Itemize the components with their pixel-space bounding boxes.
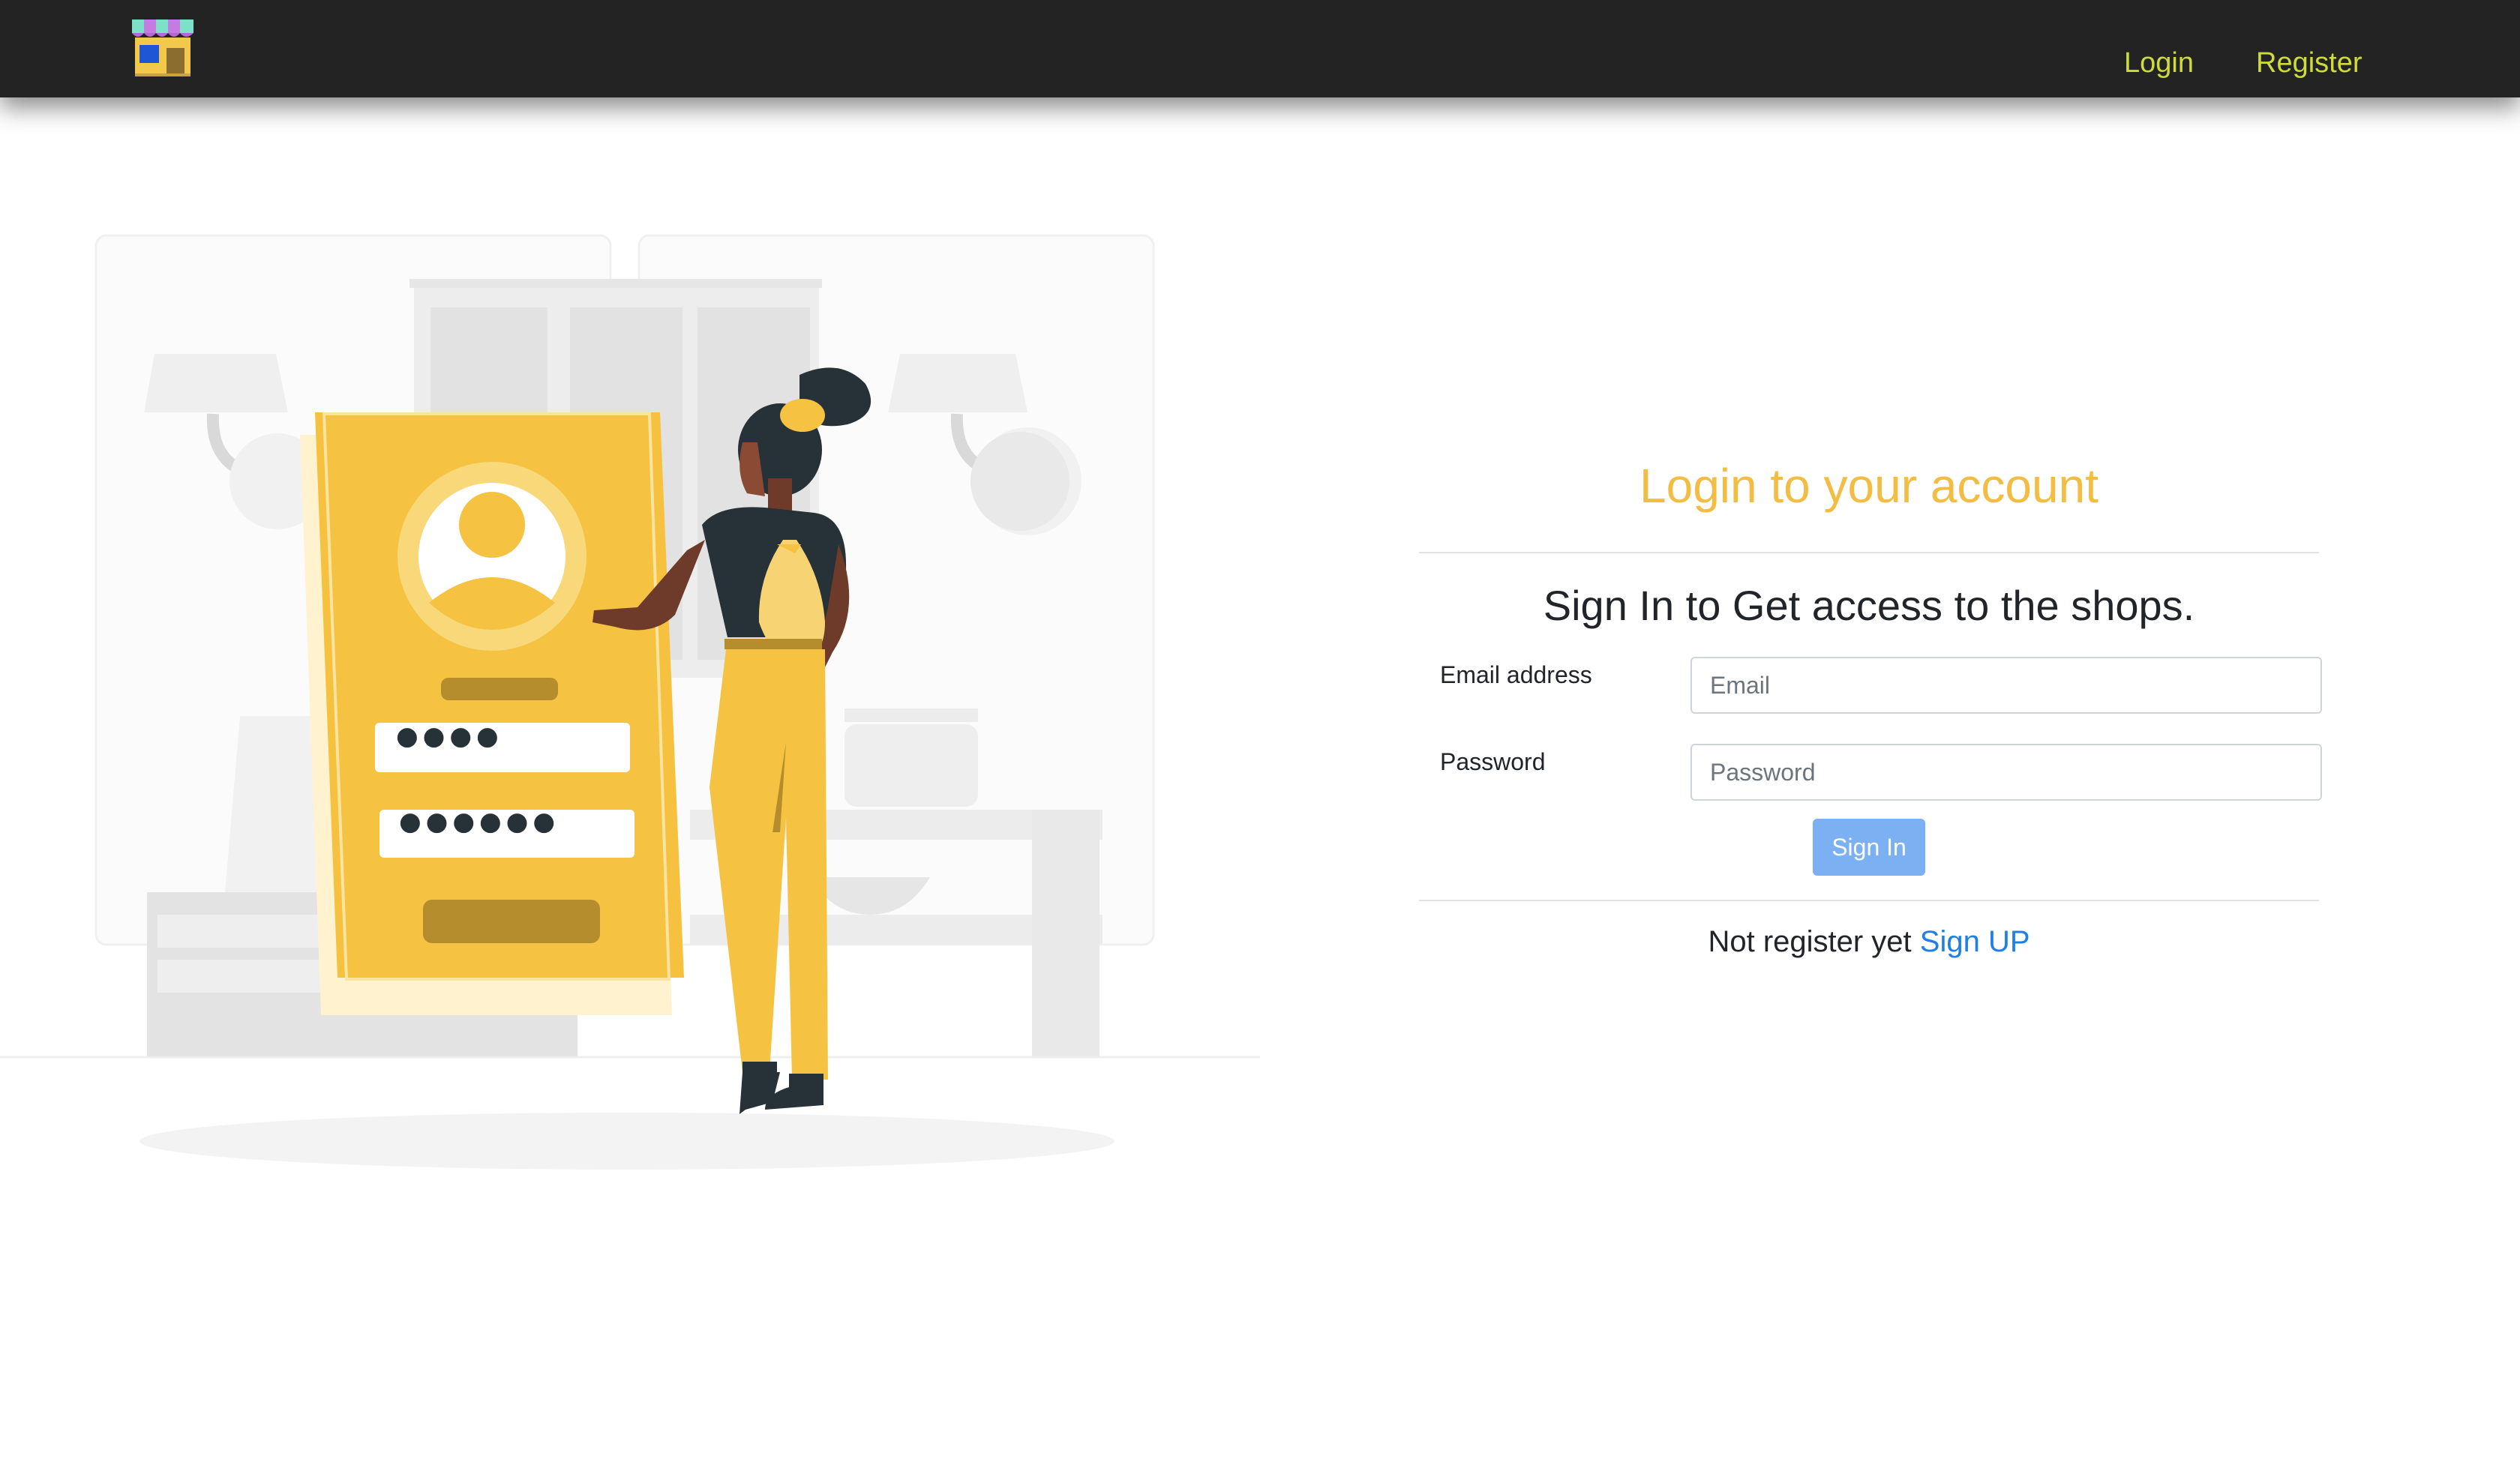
register-prompt-text: Not register yet (1708, 925, 1912, 958)
shop-logo-icon[interactable] (129, 18, 196, 78)
illustration-dots-1: ●●●● (396, 721, 503, 751)
illustration-dots-2: ●●●●●● (399, 807, 560, 837)
title-divider (1419, 552, 2319, 553)
password-row: Password (1440, 744, 2322, 804)
login-illustration: ●●●● ●●●●●● (0, 217, 1260, 1192)
login-title: Login to your account (1640, 459, 2098, 513)
login-form: Email address Password Sign In (1419, 657, 2322, 876)
woman-with-phone-illustration (0, 234, 1260, 1170)
nav-register-link[interactable]: Register (2256, 40, 2362, 85)
password-label: Password (1440, 748, 1546, 775)
sign-in-button[interactable]: Sign In (1813, 819, 1925, 876)
login-subtitle: Sign In to Get access to the shops. (1543, 582, 2195, 629)
email-label: Email address (1440, 661, 1592, 688)
email-row: Email address (1440, 657, 2322, 717)
email-input[interactable] (1690, 657, 2322, 714)
password-input[interactable] (1690, 744, 2322, 801)
top-navbar: Login Register (0, 0, 2520, 97)
sign-up-link[interactable]: Sign UP (1920, 925, 2030, 958)
storefront-icon (132, 19, 194, 76)
login-panel: Login to your account Sign In to Get acc… (1419, 450, 2322, 963)
nav-login-link[interactable]: Login (2124, 40, 2194, 85)
register-prompt-line: Not register yet Sign UP (1419, 921, 2319, 963)
form-divider (1419, 900, 2319, 901)
